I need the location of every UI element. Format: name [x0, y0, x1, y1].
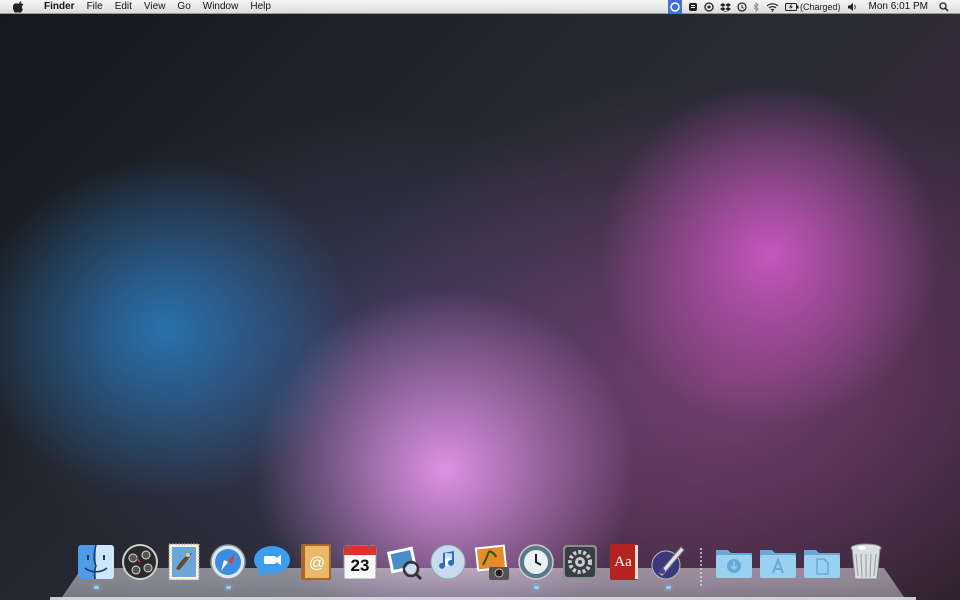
- ical-date-label: 23: [350, 556, 370, 575]
- address-book-icon: @: [301, 544, 331, 580]
- running-indicator: [226, 586, 231, 589]
- trash-icon: [850, 543, 882, 580]
- running-indicator: [94, 586, 99, 589]
- dock-item-safari[interactable]: [208, 542, 248, 582]
- svg-text:@: @: [309, 555, 325, 572]
- dock-item-trash[interactable]: [846, 542, 886, 582]
- dock: @ 23 Aa: [76, 542, 896, 589]
- system-preferences-icon: [563, 545, 597, 579]
- menu-help[interactable]: Help: [244, 0, 277, 14]
- downloads-folder-icon: [716, 550, 752, 578]
- mail-icon: [168, 543, 200, 581]
- dock-item-downloads[interactable]: [714, 542, 754, 582]
- running-indicator: [666, 586, 671, 589]
- menu-bar: Finder File Edit View Go Window Help (Ch…: [0, 0, 960, 14]
- menu-go[interactable]: Go: [171, 0, 196, 14]
- dock-item-ical[interactable]: 23: [340, 542, 380, 582]
- dock-item-applications[interactable]: [758, 542, 798, 582]
- dock-item-time-machine[interactable]: [516, 542, 556, 582]
- menu-edit[interactable]: Edit: [109, 0, 138, 14]
- wifi-icon[interactable]: [766, 0, 779, 14]
- preview-icon: [386, 546, 423, 581]
- menu-app-finder[interactable]: Finder: [38, 0, 81, 14]
- dock-item-dictionary[interactable]: Aa: [604, 542, 644, 582]
- battery-icon[interactable]: (Charged): [784, 0, 841, 14]
- bluetooth-icon[interactable]: [753, 0, 760, 14]
- menu-file[interactable]: File: [81, 0, 109, 14]
- itunes-icon: [430, 544, 466, 580]
- dock-item-dashboard[interactable]: [120, 542, 160, 582]
- status-circle-icon[interactable]: [667, 0, 682, 14]
- applications-folder-icon: [760, 550, 796, 578]
- apple-menu-icon[interactable]: [12, 0, 24, 13]
- time-machine-status-icon[interactable]: [737, 0, 747, 14]
- dashboard-icon: [122, 544, 158, 580]
- dock-item-address-book[interactable]: @: [296, 542, 336, 582]
- dock-item-finder[interactable]: [76, 542, 116, 582]
- ichat-icon: [254, 546, 290, 578]
- dock-item-script-editor[interactable]: [648, 542, 688, 582]
- menu-view[interactable]: View: [138, 0, 172, 14]
- time-machine-icon: [518, 544, 554, 580]
- safari-icon: [210, 544, 246, 580]
- volume-icon[interactable]: [847, 0, 858, 14]
- dock-item-system-preferences[interactable]: [560, 542, 600, 582]
- menubar-clock[interactable]: Mon 6:01 PM: [869, 1, 928, 12]
- finder-icon: [78, 544, 114, 580]
- dock-item-preview[interactable]: [384, 542, 424, 582]
- dock-item-iphoto[interactable]: [472, 542, 512, 582]
- documents-folder-icon: [804, 550, 840, 578]
- dock-item-mail[interactable]: [164, 542, 204, 582]
- battery-status-text: (Charged): [799, 1, 841, 12]
- dropbox-icon[interactable]: [719, 0, 731, 14]
- dock-item-ichat[interactable]: [252, 542, 292, 582]
- dictionary-label: Aa: [614, 554, 632, 570]
- running-indicator: [534, 586, 539, 589]
- iphoto-icon: [474, 544, 509, 580]
- status-notes-icon[interactable]: [688, 0, 698, 14]
- menu-window[interactable]: Window: [197, 0, 245, 14]
- status-sync-icon[interactable]: [704, 0, 714, 14]
- dock-item-itunes[interactable]: [428, 542, 468, 582]
- dock-item-documents[interactable]: [802, 542, 842, 582]
- spotlight-search-icon[interactable]: [939, 0, 949, 14]
- dock-separator: [700, 548, 702, 586]
- script-editor-icon: [651, 546, 685, 580]
- desktop-wallpaper[interactable]: [0, 0, 960, 600]
